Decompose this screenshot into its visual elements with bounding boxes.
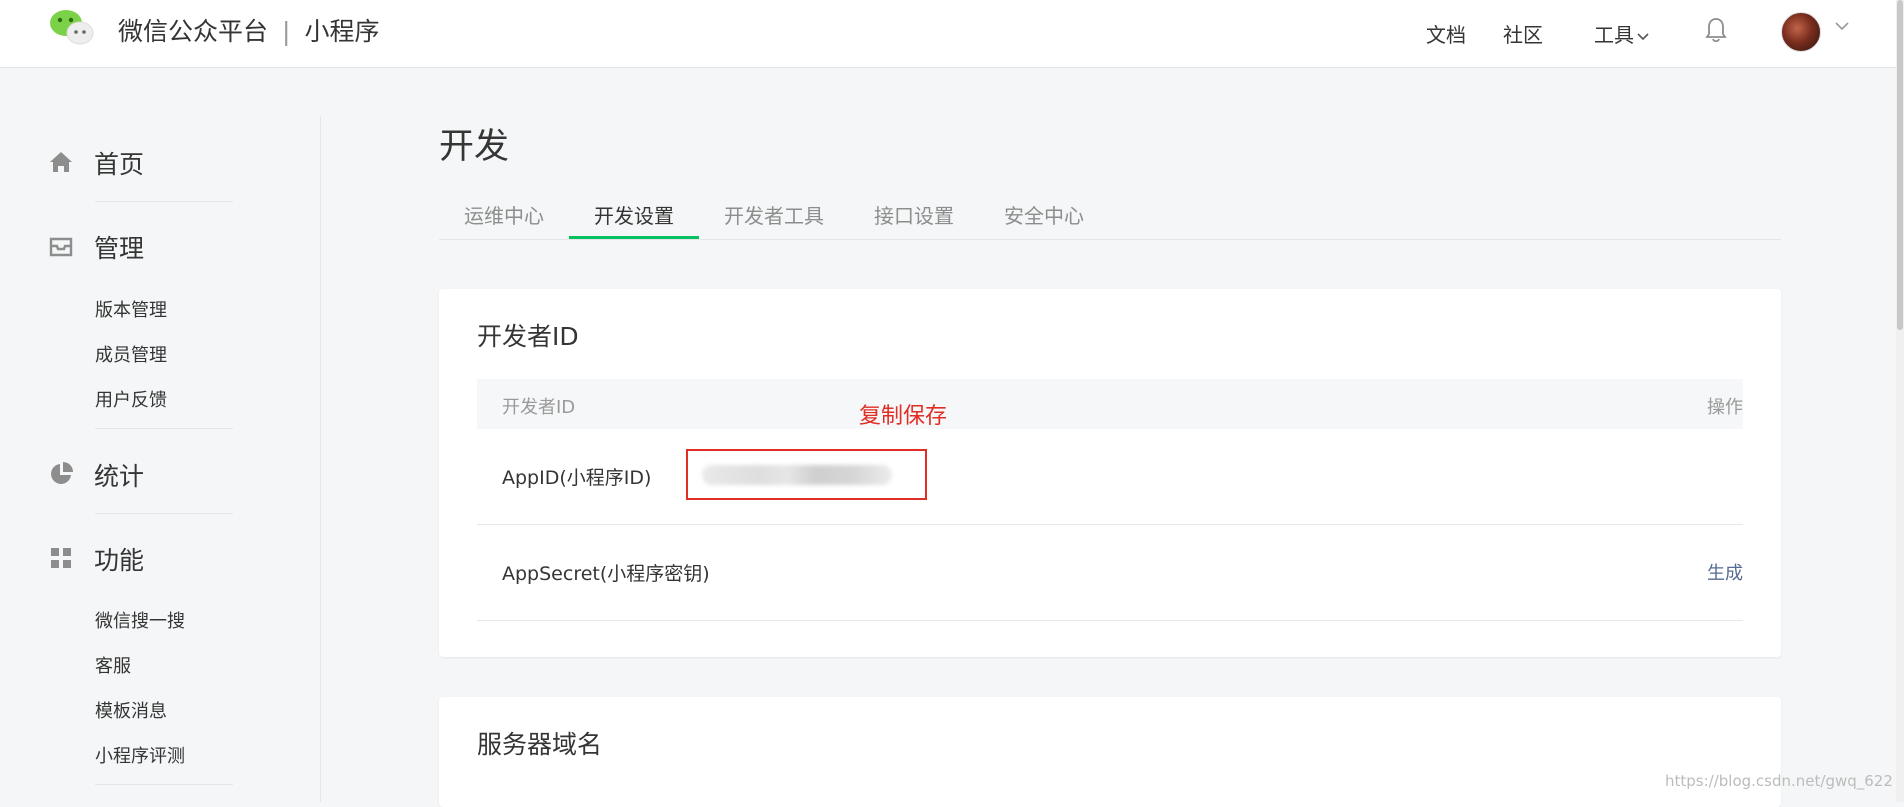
table-row-appid: AppID(小程序ID) — [477, 429, 1743, 525]
sidebar-item-miniprogram-review[interactable]: 小程序评测 — [95, 742, 185, 768]
sidebar-item-wechat-search[interactable]: 微信搜一搜 — [95, 607, 185, 633]
sidebar-item-template-message[interactable]: 模板消息 — [95, 697, 167, 723]
sidebar-item-customer-service[interactable]: 客服 — [95, 652, 131, 678]
page-title: 开发 — [439, 127, 510, 167]
home-icon — [50, 152, 72, 172]
table-row-appsecret: AppSecret(小程序密钥) 生成 — [477, 525, 1743, 621]
nav-community-link[interactable]: 社区 — [1503, 19, 1543, 48]
sidebar-item-user-feedback[interactable]: 用户反馈 — [95, 386, 167, 412]
sidebar-border — [320, 116, 321, 802]
brand-product: 小程序 — [304, 17, 380, 46]
appid-value-blurred[interactable] — [702, 465, 892, 485]
sidebar-item-label: 管理 — [94, 234, 145, 263]
tab-ops-center[interactable]: 运维中心 — [464, 200, 544, 229]
generate-secret-link[interactable]: 生成 — [1707, 559, 1743, 585]
developer-id-card: 开发者ID 开发者ID 操作 AppID(小程序ID) AppSecret(小程… — [439, 289, 1781, 657]
grid-icon — [51, 548, 71, 568]
chevron-down-icon — [1637, 32, 1649, 40]
column-header-action: 操作 — [1707, 397, 1743, 418]
card-title: 开发者ID — [477, 322, 579, 351]
wechat-logo-icon[interactable] — [48, 8, 96, 48]
sidebar: 首页 管理 版本管理 成员管理 用户反馈 统计 功能 微信搜一搜 客服 模板消息… — [0, 67, 320, 802]
sidebar-divider — [95, 428, 233, 429]
scrollbar-thumb[interactable] — [1897, 0, 1903, 330]
appid-value-highlight[interactable] — [686, 449, 927, 500]
sidebar-divider — [95, 784, 233, 785]
page-scrollbar[interactable] — [1896, 0, 1904, 802]
tab-dev-tools[interactable]: 开发者工具 — [724, 200, 824, 229]
tab-api-settings[interactable]: 接口设置 — [874, 200, 954, 229]
table-header: 开发者ID 操作 — [477, 379, 1743, 429]
nav-tools-label: 工具 — [1594, 23, 1634, 47]
sidebar-item-label: 统计 — [94, 462, 145, 491]
server-domain-card: 服务器域名 — [439, 697, 1781, 807]
tab-security-center[interactable]: 安全中心 — [1004, 200, 1084, 229]
card-title: 服务器域名 — [477, 730, 603, 759]
chevron-down-icon[interactable] — [1834, 20, 1850, 32]
active-tab-indicator — [569, 236, 699, 239]
top-navbar: 微信公众平台 | 小程序 文档 社区 工具 — [0, 0, 1904, 68]
brand-title[interactable]: 微信公众平台 | 小程序 — [118, 12, 379, 48]
column-header-id: 开发者ID — [502, 397, 576, 418]
brand-separator: | — [282, 17, 291, 46]
pie-chart-icon — [51, 462, 73, 484]
bell-icon[interactable] — [1704, 16, 1728, 44]
inbox-icon — [49, 237, 73, 257]
sidebar-divider — [95, 201, 233, 202]
appsecret-label: AppSecret(小程序密钥) — [502, 563, 710, 585]
sidebar-item-member-manage[interactable]: 成员管理 — [95, 341, 167, 367]
tab-bar: 运维中心 开发设置 开发者工具 接口设置 安全中心 — [439, 194, 1781, 240]
user-avatar[interactable] — [1781, 12, 1821, 52]
annotation-copy-save: 复制保存 — [859, 404, 948, 429]
sidebar-item-version-manage[interactable]: 版本管理 — [95, 296, 167, 322]
sidebar-divider — [95, 513, 233, 514]
tab-dev-settings[interactable]: 开发设置 — [594, 200, 674, 229]
watermark: https://blog.csdn.net/gwq_622 — [1665, 772, 1893, 790]
nav-tools-menu[interactable]: 工具 — [1594, 19, 1650, 48]
sidebar-item-label: 功能 — [94, 546, 145, 575]
nav-docs-link[interactable]: 文档 — [1426, 19, 1466, 48]
sidebar-item-label: 首页 — [94, 150, 145, 179]
brand-name: 微信公众平台 — [118, 17, 269, 46]
appid-label: AppID(小程序ID) — [502, 467, 652, 489]
